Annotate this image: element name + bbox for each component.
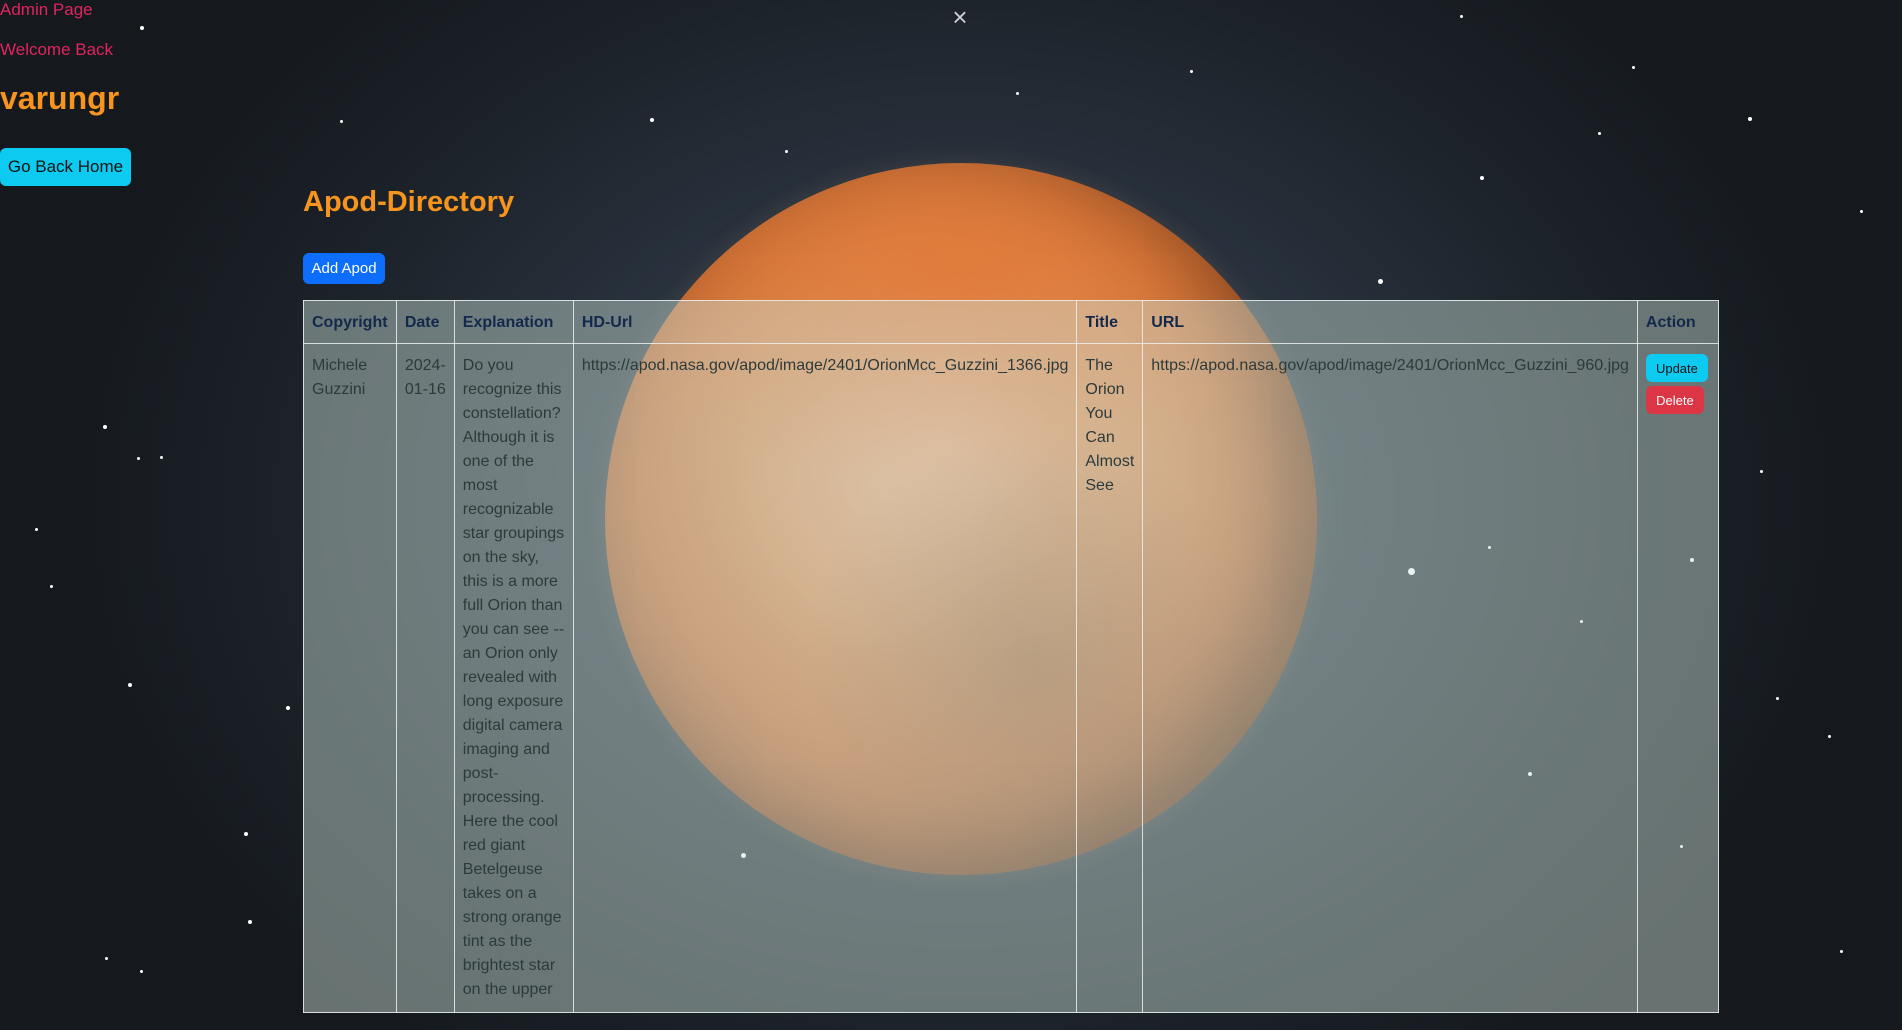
update-button[interactable]: Update xyxy=(1645,354,1708,382)
cell-url: https://apod.nasa.gov/apod/image/2401/Or… xyxy=(1142,343,1638,1013)
delete-button[interactable]: Delete xyxy=(1645,386,1704,414)
column-header-copyright: Copyright xyxy=(303,300,397,344)
cell-copyright: Michele Guzzini xyxy=(303,343,397,1013)
admin-page-label: Admin Page xyxy=(0,0,93,19)
column-header-explanation: Explanation xyxy=(453,300,574,344)
column-header-hd-url: HD-Url xyxy=(572,300,1078,344)
cell-date: 2024-01-16 xyxy=(395,343,455,1013)
column-header-url: URL xyxy=(1142,300,1638,344)
column-header-title: Title xyxy=(1076,300,1144,344)
hd-url-text: https://apod.nasa.gov/apod/image/2401/Or… xyxy=(581,357,1069,374)
column-header-date: Date xyxy=(395,300,455,344)
cell-title: The Orion You Can Almost See xyxy=(1076,343,1144,1013)
column-header-action: Action xyxy=(1636,300,1719,344)
apod-table-container: Copyright Date Explanation HD-Url Title … xyxy=(303,300,1719,1030)
url-text: https://apod.nasa.gov/apod/image/2401/Or… xyxy=(1151,357,1629,374)
cell-explanation: Do you recognize this constellation? Alt… xyxy=(453,343,574,1013)
page-title: Apod-Directory xyxy=(303,186,515,218)
cell-hd-url: https://apod.nasa.gov/apod/image/2401/Or… xyxy=(572,343,1078,1013)
close-icon[interactable]: × xyxy=(948,2,972,32)
add-apod-button[interactable]: Add Apod xyxy=(303,253,385,284)
cell-action: Update Delete xyxy=(1636,343,1719,1013)
table-header-row: Copyright Date Explanation HD-Url Title … xyxy=(303,300,1719,344)
table-row: Michele Guzzini 2024-01-16 Do you recogn… xyxy=(303,343,1719,1013)
username-heading: varungr xyxy=(0,80,120,116)
go-back-home-button[interactable]: Go Back Home xyxy=(0,148,131,186)
apod-table: Copyright Date Explanation HD-Url Title … xyxy=(303,300,1719,1013)
welcome-label: Welcome Back xyxy=(0,40,114,59)
